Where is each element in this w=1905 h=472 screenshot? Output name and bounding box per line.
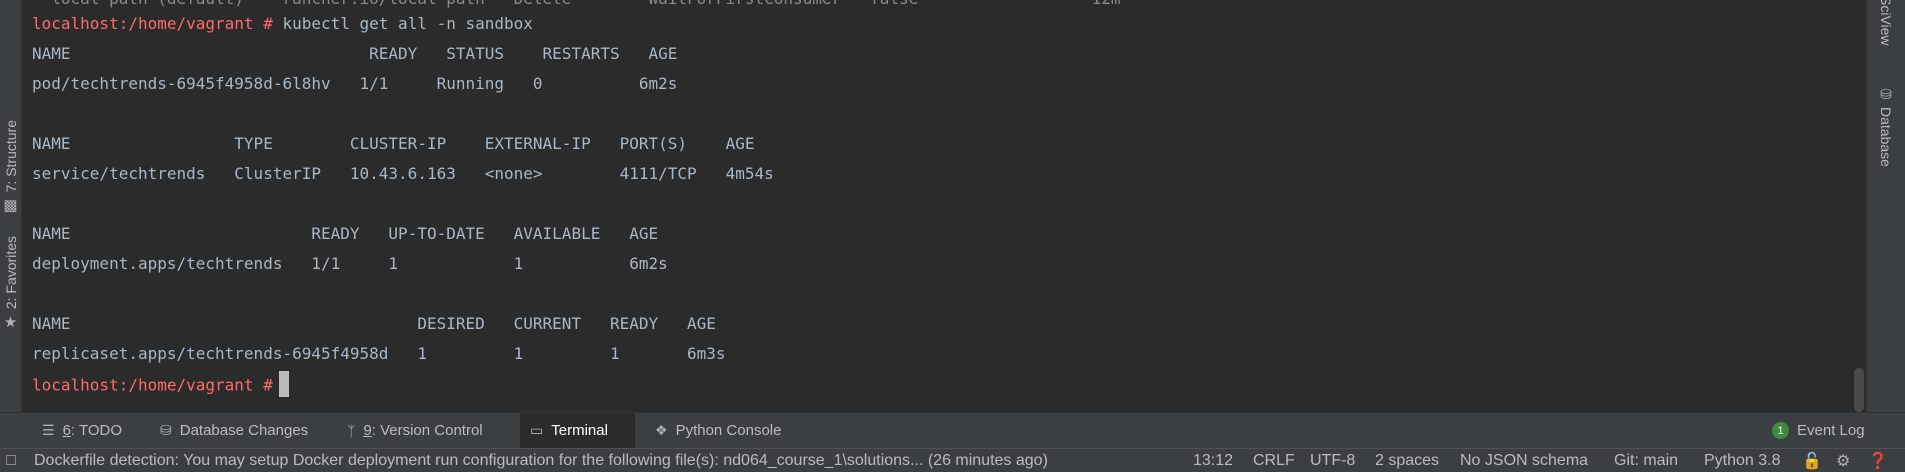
terminal-prompt: localhost:/home/vagrant # xyxy=(32,14,273,33)
git-branch[interactable]: Git: main xyxy=(1614,449,1678,472)
tab-database-changes[interactable]: ⛁ Database Changes xyxy=(150,413,318,448)
tab-todo-number: 6 xyxy=(62,422,71,439)
inspector-icon[interactable]: ⚙ xyxy=(1836,449,1850,472)
file-encoding[interactable]: UTF-8 xyxy=(1310,449,1355,472)
star-icon: ★ xyxy=(3,314,18,332)
tab-version-control[interactable]: ᛉ 9: Version Control xyxy=(337,413,493,448)
terminal-output-line: NAME TYPE CLUSTER-IP EXTERNAL-IP PORT(S)… xyxy=(32,134,755,153)
tab-version-control-label: : Version Control xyxy=(371,422,483,439)
terminal-output-line: service/techtrends ClusterIP 10.43.6.163… xyxy=(32,164,774,183)
terminal-prompt-line: localhost:/home/vagrant # xyxy=(32,371,289,397)
toggle-tool-windows-icon[interactable]: □ xyxy=(6,449,16,472)
database-changes-icon: ⛁ xyxy=(160,422,172,438)
indent-setting[interactable]: 2 spaces xyxy=(1375,449,1439,472)
terminal-command-line: localhost:/home/vagrant # kubectl get al… xyxy=(32,13,533,35)
status-message[interactable]: Dockerfile detection: You may setup Dock… xyxy=(34,449,1048,472)
tab-todo[interactable]: ☰ 6: TODO xyxy=(32,413,132,448)
tab-event-log[interactable]: 1 Event Log xyxy=(1762,413,1875,448)
structure-icon: ▩ xyxy=(3,197,18,215)
terminal-scrollbar[interactable] xyxy=(1852,0,1866,412)
line-separator[interactable]: CRLF xyxy=(1253,449,1295,472)
python-interpreter[interactable]: Python 3.8 xyxy=(1704,449,1781,472)
tab-python-console-label: Python Console xyxy=(675,422,782,439)
tab-database-changes-label: Database Changes xyxy=(179,422,309,439)
terminal-prompt: localhost:/home/vagrant # xyxy=(32,375,273,395)
terminal-panel[interactable]: local path (default) rancher.io/local-pa… xyxy=(22,0,1866,412)
database-icon: ⛁ xyxy=(1880,86,1892,102)
terminal-icon: ▭ xyxy=(530,422,544,438)
terminal-output-line: pod/techtrends-6945f4958d-6l8hv 1/1 Runn… xyxy=(32,74,678,93)
help-icon[interactable]: ❓ xyxy=(1868,449,1888,472)
json-schema[interactable]: No JSON schema xyxy=(1460,449,1588,472)
tab-python-console[interactable]: ❖ Python Console xyxy=(645,413,791,448)
list-icon: ☰ xyxy=(42,422,55,438)
tab-terminal[interactable]: ▭ Terminal xyxy=(520,413,635,448)
sciview-tab[interactable]: SciView xyxy=(1878,0,1894,46)
python-icon: ❖ xyxy=(655,422,668,438)
scrollbar-thumb[interactable] xyxy=(1854,368,1864,412)
database-tab[interactable]: ⛁ Database xyxy=(1878,86,1894,167)
terminal-output-line: NAME READY STATUS RESTARTS AGE xyxy=(32,44,678,63)
favorites-tab-label: 2: Favorites xyxy=(2,236,19,310)
caret-position[interactable]: 13:12 xyxy=(1193,449,1233,472)
tab-event-log-label: Event Log xyxy=(1797,422,1865,439)
database-tab-label: Database xyxy=(1878,107,1894,167)
tab-todo-label: : TODO xyxy=(70,422,123,439)
terminal-output-line: NAME READY UP-TO-DATE AVAILABLE AGE xyxy=(32,224,659,243)
favorites-tab[interactable]: 2: Favorites ★ xyxy=(0,236,21,331)
tab-terminal-label: Terminal xyxy=(551,422,608,439)
left-tool-stripe: 7: Structure ▩ 2: Favorites ★ xyxy=(0,0,22,412)
terminal-cursor xyxy=(278,371,289,397)
terminal-output-line: deployment.apps/techtrends 1/1 1 1 6m2s xyxy=(32,254,668,273)
terminal-output-line: replicaset.apps/techtrends-6945f4958d 1 … xyxy=(32,344,726,363)
terminal-command: kubectl get all -n sandbox xyxy=(272,14,533,33)
tool-window-bar: ☰ 6: TODO ⛁ Database Changes ᛉ 9: Versio… xyxy=(0,412,1905,448)
terminal-line-partial: local path (default) rancher.io/local-pa… xyxy=(32,0,1120,10)
tab-version-control-number: 9 xyxy=(363,422,372,439)
lock-icon[interactable]: 🔓 xyxy=(1802,449,1822,472)
event-log-badge: 1 xyxy=(1772,422,1789,439)
structure-tab[interactable]: 7: Structure ▩ xyxy=(0,120,21,214)
status-bar: □ Dockerfile detection: You may setup Do… xyxy=(0,448,1905,472)
branch-icon: ᛉ xyxy=(347,422,356,439)
structure-tab-label: 7: Structure xyxy=(2,120,19,193)
sciview-tab-label: SciView xyxy=(1878,0,1894,46)
right-tool-stripe: SciView ⛁ Database xyxy=(1866,0,1905,412)
terminal-output-line: NAME DESIRED CURRENT READY AGE xyxy=(32,314,716,333)
